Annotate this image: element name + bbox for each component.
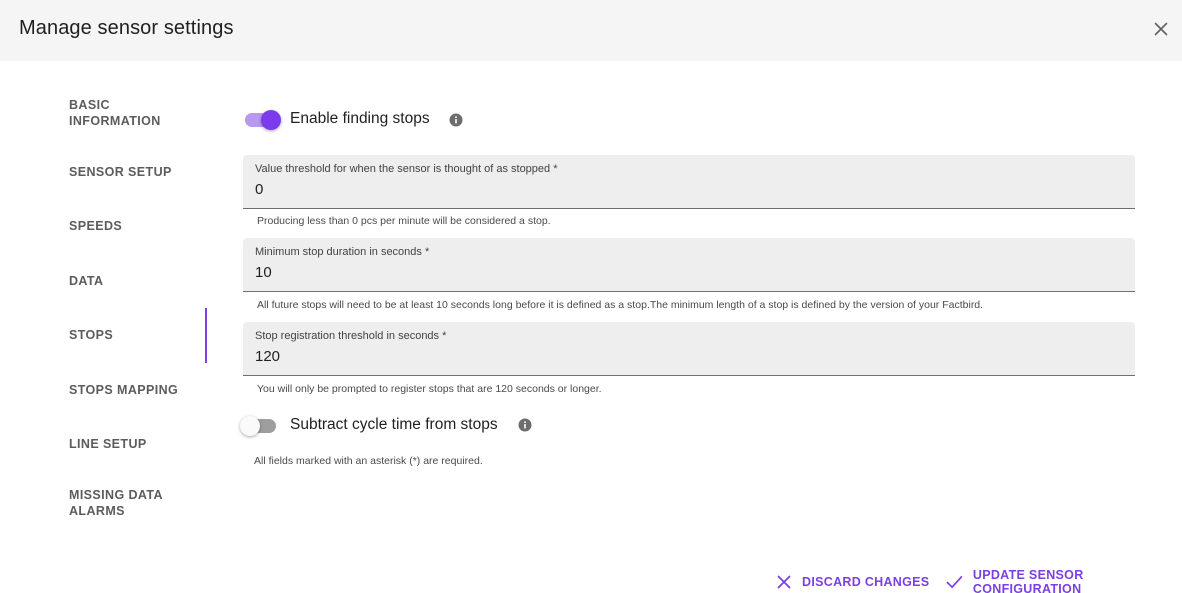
close-icon — [1154, 22, 1168, 36]
sidebar-item-speeds[interactable]: SPEEDS — [69, 218, 189, 234]
sidebar-item-stops-mapping[interactable]: STOPS MAPPING — [69, 382, 189, 398]
stop-registration-threshold-label: Stop registration threshold in seconds * — [255, 330, 447, 342]
update-sensor-configuration-label: UPDATE SENSOR CONFIGURATION — [972, 568, 1084, 593]
minimum-stop-duration-label: Minimum stop duration in seconds * — [255, 246, 430, 258]
active-nav-indicator — [205, 308, 207, 363]
stop-registration-threshold-field[interactable]: Stop registration threshold in seconds *… — [243, 322, 1135, 376]
value-threshold-helper: Producing less than 0 pcs per minute wil… — [257, 215, 551, 227]
info-icon[interactable] — [518, 418, 532, 432]
minimum-stop-duration-value[interactable]: 10 — [255, 264, 272, 281]
sidebar-item-line-setup[interactable]: LINE SETUP — [69, 436, 189, 452]
sidebar-item-basic-information[interactable]: BASIC INFORMATION — [69, 97, 189, 129]
close-button[interactable] — [1150, 18, 1172, 40]
enable-finding-stops-label: Enable finding stops — [290, 110, 430, 127]
sidebar-item-stops[interactable]: STOPS — [69, 327, 189, 343]
subtract-cycle-time-label: Subtract cycle time from stops — [290, 416, 498, 433]
check-icon — [946, 575, 963, 589]
value-threshold-label: Value threshold for when the sensor is t… — [255, 163, 558, 175]
stop-registration-threshold-helper: You will only be prompted to register st… — [257, 383, 602, 395]
settings-sidebar: BASIC INFORMATION SENSOR SETUP SPEEDS DA… — [0, 61, 210, 541]
x-icon — [777, 575, 791, 589]
value-threshold-field[interactable]: Value threshold for when the sensor is t… — [243, 155, 1135, 209]
enable-finding-stops-toggle[interactable] — [243, 108, 283, 132]
update-sensor-configuration-button[interactable]: UPDATE SENSOR CONFIGURATION — [946, 568, 1182, 593]
stop-registration-threshold-value[interactable]: 120 — [255, 348, 280, 365]
toggle-thumb — [240, 416, 260, 436]
dialog-title: Manage sensor settings — [19, 17, 234, 39]
required-fields-note: All fields marked with an asterisk (*) a… — [254, 455, 483, 467]
sidebar-item-data[interactable]: DATA — [69, 273, 189, 289]
toggle-thumb — [261, 110, 281, 130]
sidebar-item-missing-data-alarms[interactable]: MISSING DATA ALARMS — [69, 487, 189, 519]
info-icon[interactable] — [449, 113, 463, 127]
value-threshold-value[interactable]: 0 — [255, 181, 263, 198]
minimum-stop-duration-field[interactable]: Minimum stop duration in seconds * 10 — [243, 238, 1135, 292]
discard-changes-label: DISCARD CHANGES — [802, 575, 930, 589]
dialog-header: Manage sensor settings — [0, 0, 1182, 61]
subtract-cycle-time-toggle[interactable] — [240, 414, 280, 438]
discard-changes-button[interactable]: DISCARD CHANGES — [776, 572, 929, 592]
sidebar-item-sensor-setup[interactable]: SENSOR SETUP — [69, 164, 189, 180]
minimum-stop-duration-helper: All future stops will need to be at leas… — [257, 299, 984, 311]
